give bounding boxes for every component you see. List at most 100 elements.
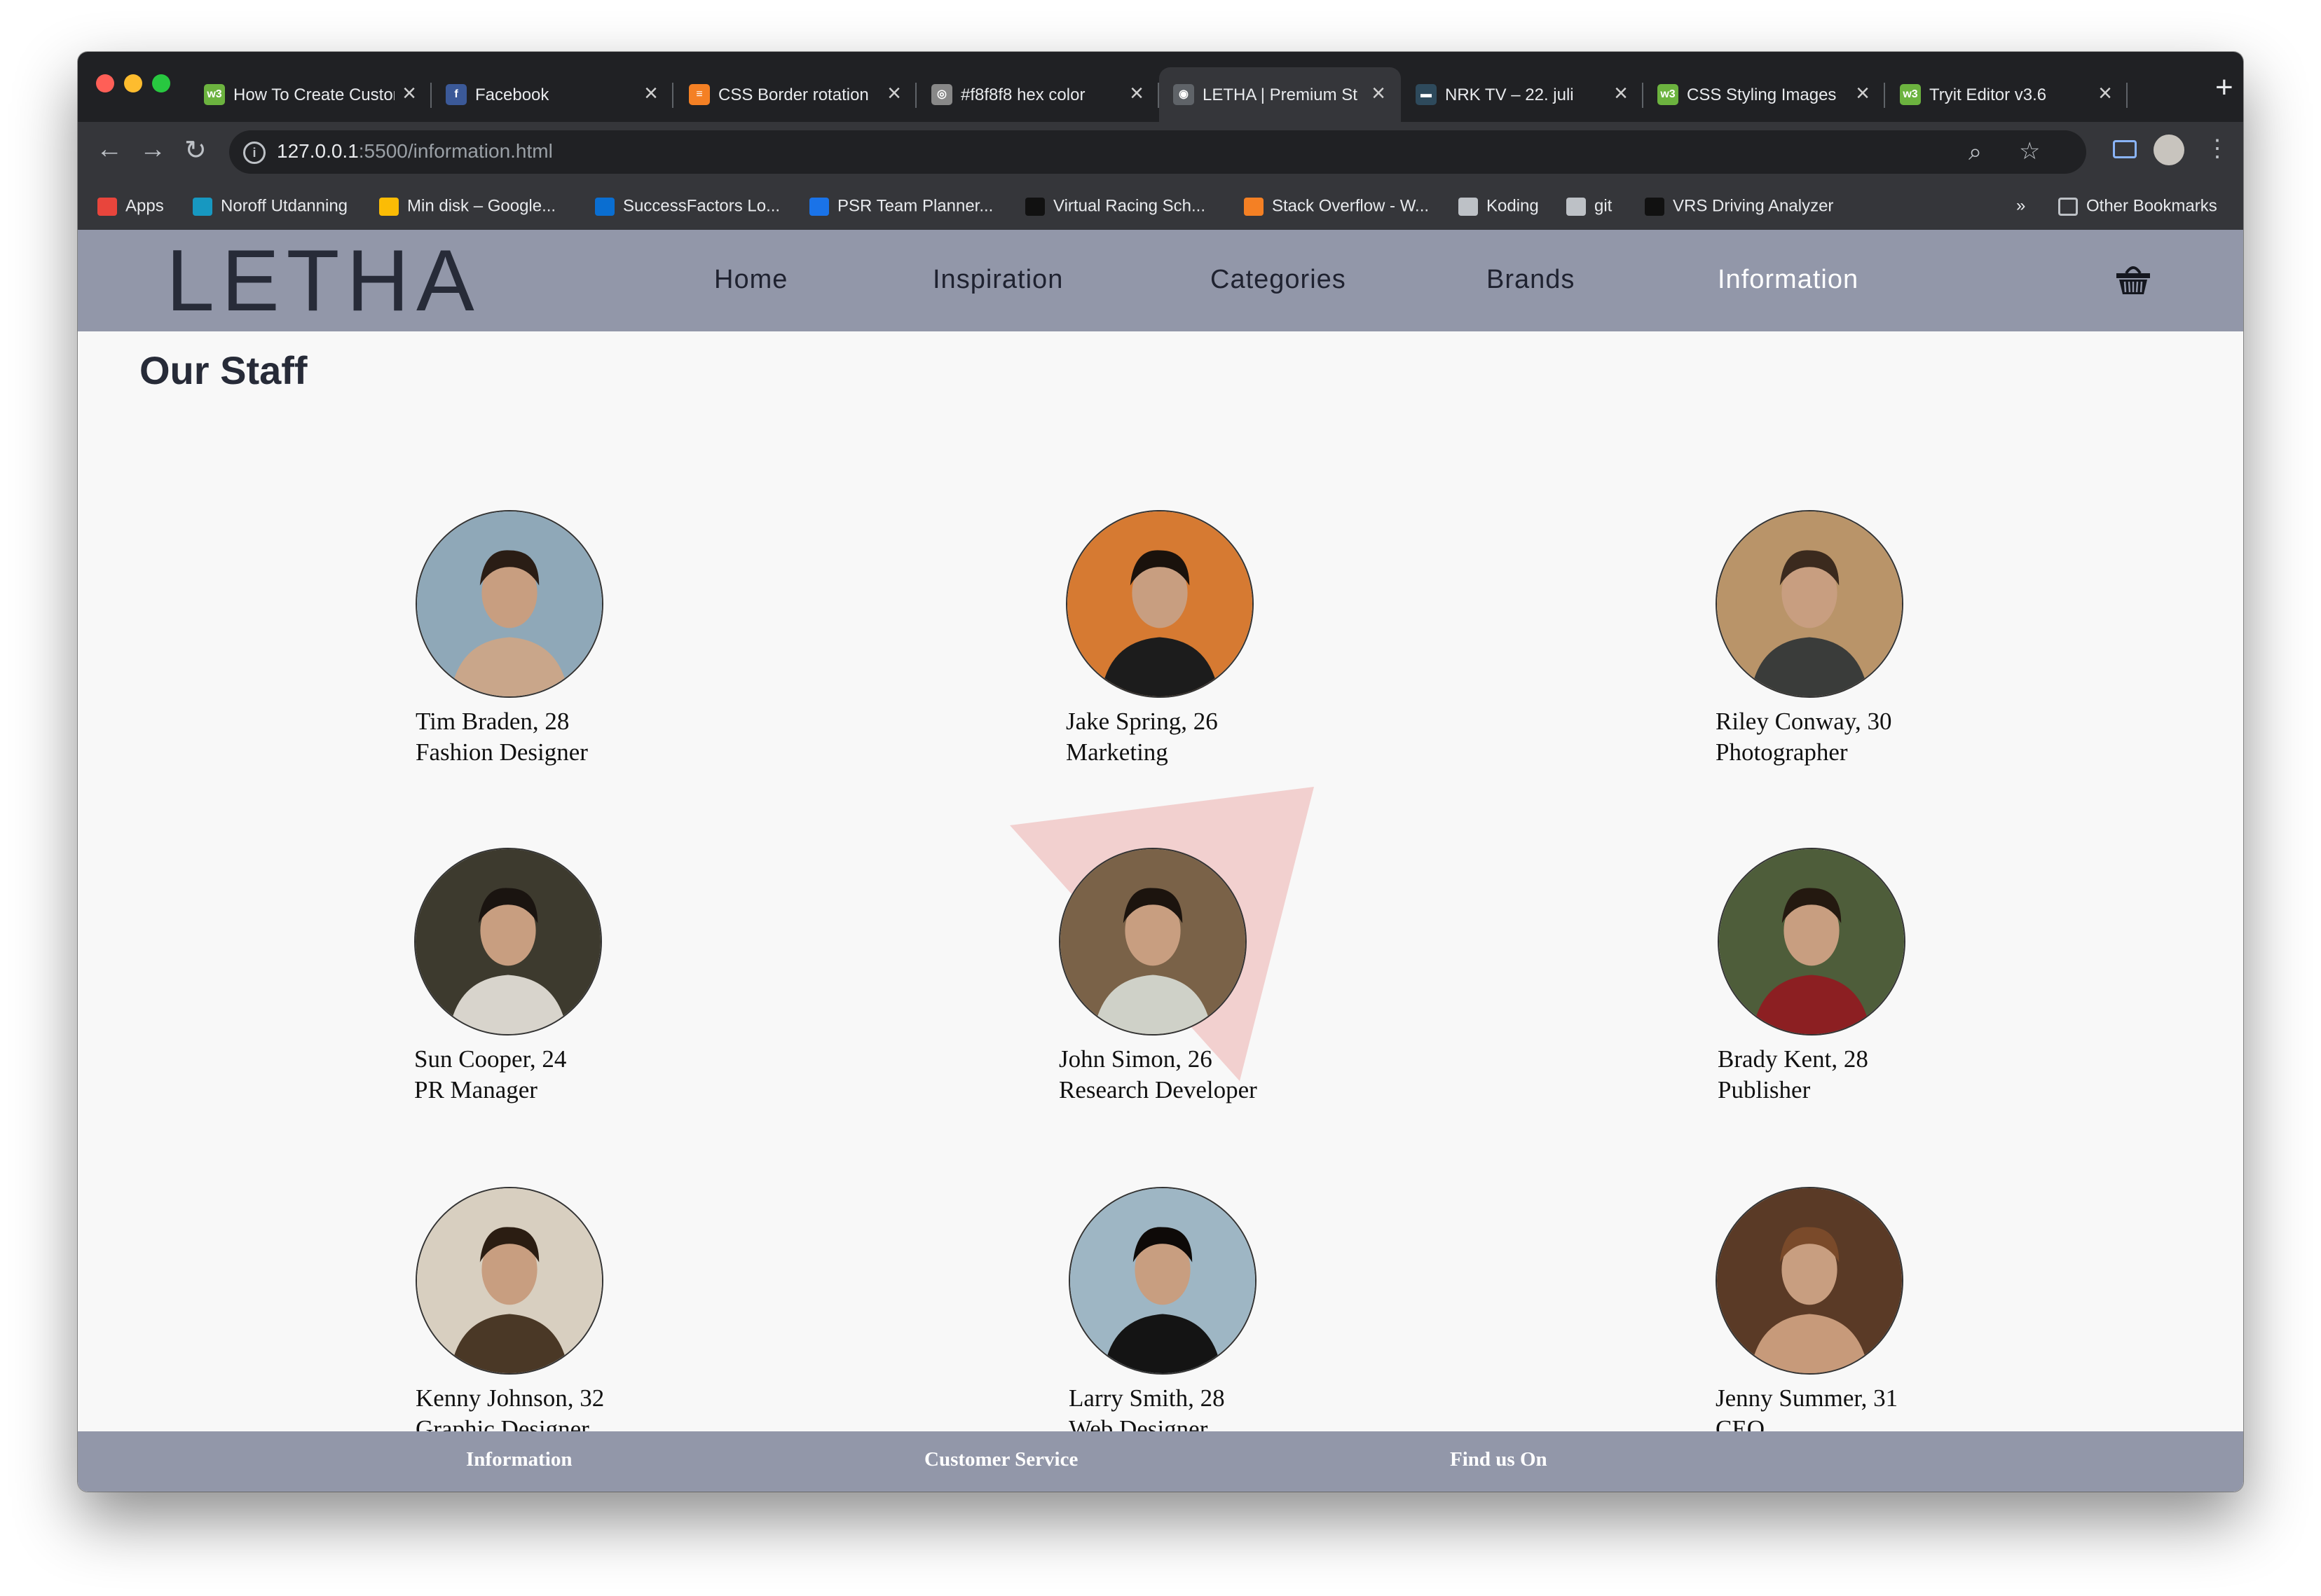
vrs-icon: [1025, 197, 1045, 216]
bookmark-item[interactable]: git: [1566, 196, 1612, 221]
profile-avatar[interactable]: [2154, 135, 2184, 165]
bookmark-item[interactable]: Noroff Utdanning: [193, 196, 348, 221]
bookmark-label: Virtual Racing Sch...: [1053, 196, 1205, 216]
browser-tab[interactable]: w3 How To Create Custom ×: [190, 67, 432, 122]
close-tab-icon[interactable]: ×: [1130, 80, 1144, 107]
footer-link[interactable]: Information: [466, 1448, 572, 1471]
w3schools-icon: w3: [204, 84, 225, 105]
tab-title: #f8f8f8 hex color: [961, 85, 1086, 104]
staff-name: Brady Kent, 28: [1718, 1045, 1868, 1073]
tab-separator: [2126, 83, 2128, 108]
browser-tab[interactable]: ◉ LETHA | Premium St ×: [1159, 67, 1401, 122]
tab-separator: [672, 83, 673, 108]
bookmark-label: VRS Driving Analyzer: [1673, 196, 1834, 216]
bookmark-label: Apps: [125, 196, 164, 216]
footer-link[interactable]: Find us On: [1450, 1448, 1547, 1471]
close-window-button[interactable]: [96, 74, 114, 92]
bookmark-item[interactable]: Stack Overflow - W...: [1244, 196, 1429, 221]
site-footer: Information Customer Service Find us On: [78, 1431, 2243, 1492]
close-tab-icon[interactable]: ×: [887, 80, 901, 107]
zoom-window-button[interactable]: [152, 74, 170, 92]
staff-name: Jake Spring, 26: [1066, 708, 1218, 735]
staff-name: Tim Braden, 28: [416, 708, 570, 735]
browser-tab[interactable]: w3 CSS Styling Images ×: [1643, 67, 1885, 122]
stackoverflow-icon: [1244, 197, 1264, 216]
nav-link-home[interactable]: Home: [714, 265, 788, 295]
bookmark-item[interactable]: Min disk – Google...: [379, 196, 556, 221]
site-logo[interactable]: LETHA: [166, 235, 481, 326]
staff-photo: [414, 848, 602, 1036]
folder-icon: [1458, 197, 1478, 216]
forward-icon[interactable]: →: [139, 135, 166, 165]
url-host: 127.0.0.1: [277, 140, 359, 162]
browser-tab[interactable]: w3 Tryit Editor v3.6 ×: [1886, 67, 2128, 122]
browser-tab[interactable]: ≡ CSS Border rotation ×: [675, 67, 917, 122]
reload-icon[interactable]: ↻: [184, 135, 207, 166]
staff-name: Jenny Summer, 31: [1716, 1384, 1898, 1412]
staff-role: Fashion Designer: [416, 738, 588, 766]
staff-name: John Simon, 26: [1059, 1045, 1212, 1073]
close-tab-icon[interactable]: ×: [402, 80, 416, 107]
staff-photo: [416, 510, 603, 698]
page-title: Our Staff: [139, 348, 308, 392]
browser-tab[interactable]: ◎ #f8f8f8 hex color ×: [917, 67, 1159, 122]
w3schools-icon: w3: [1900, 84, 1921, 105]
staff-role: Marketing: [1066, 738, 1168, 766]
browser-window: w3 How To Create Custom × f Facebook × ≡ CSS Bo…: [78, 52, 2243, 1492]
tab-separator: [1884, 83, 1885, 108]
close-tab-icon[interactable]: ×: [1371, 80, 1385, 107]
close-tab-icon[interactable]: ×: [1614, 80, 1628, 107]
bookmark-item[interactable]: VRS Driving Analyzer: [1645, 196, 1833, 221]
bookmark-star-icon[interactable]: ☆: [2019, 137, 2040, 165]
staff-role: Photographer: [1716, 738, 1848, 766]
new-tab-button[interactable]: +: [2215, 70, 2233, 105]
browser-menu-icon[interactable]: ⋮: [2205, 135, 2229, 163]
folder-icon: [2058, 197, 2078, 216]
back-icon[interactable]: ←: [96, 135, 123, 165]
site-info-icon[interactable]: i: [243, 142, 266, 164]
tab-title: LETHA | Premium St: [1203, 85, 1357, 104]
other-bookmarks-folder[interactable]: Other Bookmarks: [2058, 196, 2217, 221]
address-bar[interactable]: i 127.0.0.1:5500/information.html ⌕ ☆: [229, 130, 2086, 174]
nav-link-brands[interactable]: Brands: [1486, 265, 1575, 295]
tab-title: NRK TV – 22. juli: [1445, 85, 1574, 104]
close-tab-icon[interactable]: ×: [1856, 80, 1870, 107]
browser-tab[interactable]: ▬ NRK TV – 22. juli ×: [1402, 67, 1643, 122]
bookmarks-overflow-button[interactable]: »: [2016, 196, 2025, 221]
staff-photo: [1066, 510, 1254, 698]
staff-photo: [1059, 848, 1247, 1036]
staff-name: Sun Cooper, 24: [414, 1045, 567, 1073]
staff-role: Research Developer: [1059, 1076, 1257, 1103]
staff-photo: [1069, 1187, 1257, 1375]
bookmark-item[interactable]: Apps: [97, 196, 164, 221]
zoom-icon[interactable]: ⌕: [1969, 139, 1982, 166]
close-tab-icon[interactable]: ×: [2098, 80, 2112, 107]
minimize-window-button[interactable]: [124, 74, 142, 92]
nav-link-information[interactable]: Information: [1718, 265, 1858, 295]
bookmark-item[interactable]: Virtual Racing Sch...: [1025, 196, 1205, 221]
bookmark-label: SuccessFactors Lo...: [623, 196, 781, 216]
bookmark-label: git: [1594, 196, 1613, 216]
staff-name: Kenny Johnson, 32: [416, 1384, 605, 1412]
nrk-icon: ▬: [1416, 84, 1437, 105]
shopping-basket-icon[interactable]: [2114, 261, 2152, 298]
tab-title: Facebook: [475, 85, 549, 104]
browser-tab[interactable]: f Facebook ×: [432, 67, 673, 122]
browser-toolbar: ← → ↻ i 127.0.0.1:5500/information.html …: [78, 122, 2243, 186]
url-text[interactable]: 127.0.0.1:5500/information.html: [277, 140, 553, 163]
git-icon: [1566, 197, 1586, 216]
nav-link-inspiration[interactable]: Inspiration: [933, 265, 1063, 295]
bookmark-label: Koding: [1486, 196, 1539, 216]
cast-icon[interactable]: [2113, 140, 2137, 158]
google-drive-icon: [379, 197, 399, 216]
bookmark-item[interactable]: Koding: [1458, 196, 1539, 221]
footer-link[interactable]: Customer Service: [924, 1448, 1078, 1471]
staff-role: PR Manager: [414, 1076, 538, 1103]
salesforce-icon: [193, 197, 212, 216]
bookmark-item[interactable]: SuccessFactors Lo...: [595, 196, 780, 221]
nav-link-categories[interactable]: Categories: [1210, 265, 1346, 295]
vrs-icon: [1645, 197, 1664, 216]
globe-icon: ◉: [1173, 84, 1194, 105]
bookmark-item[interactable]: PSR Team Planner...: [809, 196, 993, 221]
close-tab-icon[interactable]: ×: [644, 80, 658, 107]
